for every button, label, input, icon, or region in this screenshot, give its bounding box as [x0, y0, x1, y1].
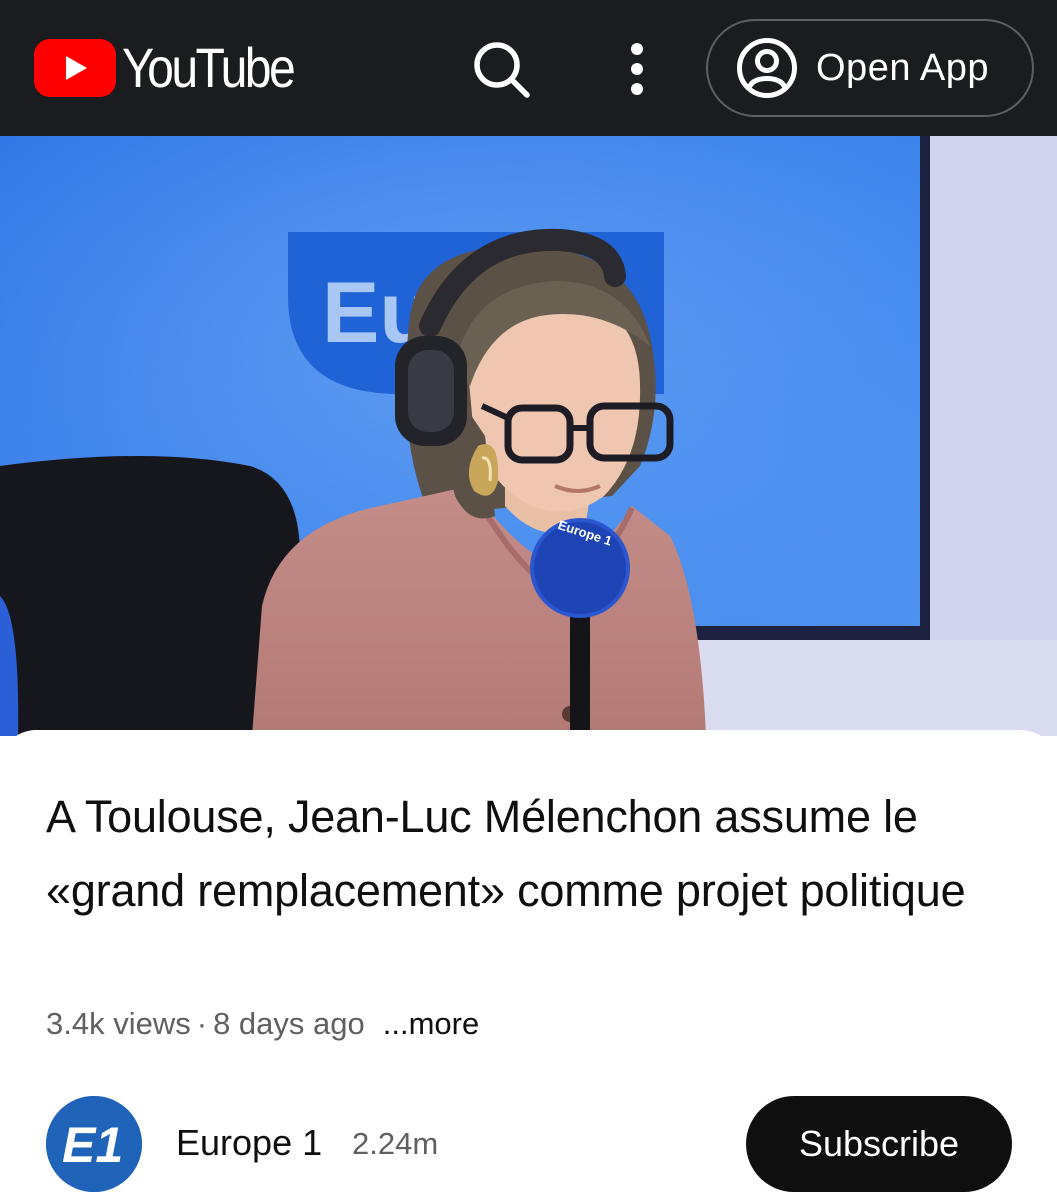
youtube-play-icon: [34, 39, 116, 97]
avatar-text: E1: [62, 1117, 123, 1173]
more-options-button[interactable]: [612, 36, 662, 102]
channel-name[interactable]: Europe 1: [176, 1122, 322, 1164]
subscribe-button[interactable]: Subscribe: [746, 1096, 1012, 1192]
video-player[interactable]: Eur Europe 1: [0, 136, 1057, 736]
view-count: 3.4k views: [46, 1006, 191, 1041]
europe1-logo-icon: E1: [46, 1096, 142, 1192]
search-button[interactable]: [468, 36, 534, 102]
video-thumbnail: Eur Europe 1: [0, 136, 1057, 736]
logo-wordmark: YouTube: [122, 36, 296, 99]
open-app-button[interactable]: Open App: [706, 19, 1034, 117]
search-icon: [474, 42, 530, 98]
youtube-logo[interactable]: YouTube: [34, 38, 321, 98]
video-title[interactable]: A Toulouse, Jean-Luc Mélenchon assume le…: [46, 780, 1016, 928]
kebab-menu-icon: [631, 43, 643, 95]
channel-row: E1 Europe 1 2.24m Subscribe: [46, 1096, 1012, 1192]
account-circle-icon: [737, 38, 797, 98]
meta-separator: ·: [196, 1006, 208, 1041]
upload-age: 8 days ago: [213, 1006, 365, 1041]
video-details-panel: A Toulouse, Jean-Luc Mélenchon assume le…: [0, 730, 1057, 1200]
video-metadata[interactable]: 3.4k views · 8 days ago ...more: [46, 1006, 479, 1042]
top-app-bar: YouTube Open App: [0, 0, 1057, 136]
open-app-label: Open App: [816, 46, 990, 89]
channel-avatar[interactable]: E1: [46, 1096, 142, 1192]
subscriber-count: 2.24m: [352, 1126, 439, 1161]
more-link[interactable]: ...more: [383, 1006, 479, 1041]
